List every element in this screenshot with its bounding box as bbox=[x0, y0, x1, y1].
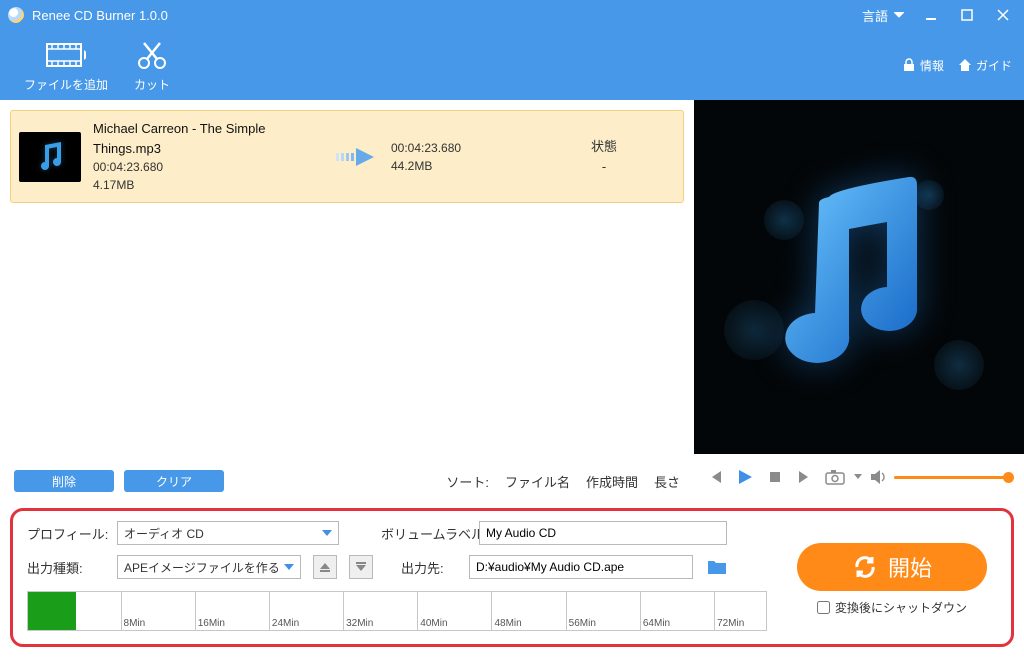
browse-folder-button[interactable] bbox=[705, 555, 729, 579]
snapshot-button[interactable] bbox=[824, 466, 846, 488]
settings-panel: プロフィール: オーディオ CD ボリュームラベル: 出力種類: APEイメージ… bbox=[10, 508, 1014, 647]
file-src-duration: 00:04:23.680 bbox=[93, 158, 323, 176]
start-button[interactable]: 開始 bbox=[797, 543, 987, 591]
add-file-label: ファイルを追加 bbox=[24, 76, 108, 93]
stop-button[interactable] bbox=[764, 466, 786, 488]
play-button[interactable] bbox=[734, 466, 756, 488]
timeline-tick: 16Min bbox=[195, 592, 196, 630]
lock-icon bbox=[902, 58, 916, 72]
next-button[interactable] bbox=[794, 466, 816, 488]
sort-by-created[interactable]: 作成時間 bbox=[586, 472, 638, 491]
volume-icon[interactable] bbox=[870, 469, 888, 485]
cut-label: カット bbox=[134, 76, 170, 93]
timeline-tick: 40Min bbox=[417, 592, 418, 630]
volume-knob[interactable] bbox=[1003, 472, 1014, 483]
chevron-down-icon[interactable] bbox=[854, 474, 862, 480]
sort-by-name[interactable]: ファイル名 bbox=[505, 472, 570, 491]
output-path-input[interactable] bbox=[469, 555, 693, 579]
timeline-tick: 56Min bbox=[566, 592, 567, 630]
info-link[interactable]: 情報 bbox=[902, 57, 944, 74]
clear-button[interactable]: クリア bbox=[124, 470, 224, 492]
file-status: - bbox=[533, 157, 675, 177]
file-dst-size: 44.2MB bbox=[391, 157, 521, 175]
home-icon bbox=[958, 58, 972, 72]
chevron-down-icon bbox=[284, 564, 294, 570]
file-list-footer: 削除 クリア ソート: ファイル名 作成時間 長さ bbox=[10, 462, 684, 500]
file-name: Michael Carreon - The Simple Things.mp3 bbox=[93, 119, 323, 158]
main-toolbar: ファイルを追加 カット 情報 ガイド bbox=[0, 30, 1024, 100]
guide-link[interactable]: ガイド bbox=[958, 57, 1012, 74]
timeline-tick: 72Min bbox=[714, 592, 715, 630]
language-label: 言語 bbox=[862, 6, 888, 25]
shutdown-checkbox[interactable]: 変換後にシャットダウン bbox=[817, 599, 967, 616]
cut-button[interactable]: カット bbox=[120, 34, 184, 97]
prev-button[interactable] bbox=[704, 466, 726, 488]
file-src-size: 4.17MB bbox=[93, 176, 323, 194]
scissors-icon bbox=[132, 38, 172, 72]
timeline-tick: 32Min bbox=[343, 592, 344, 630]
volume-label-input[interactable] bbox=[479, 521, 727, 545]
add-file-button[interactable]: ファイルを追加 bbox=[12, 34, 120, 97]
timeline-used bbox=[28, 592, 76, 630]
output-path-label: 出力先: bbox=[401, 558, 457, 577]
sort-label: ソート: bbox=[446, 472, 489, 491]
app-logo-icon bbox=[8, 7, 24, 23]
file-thumbnail bbox=[19, 132, 81, 182]
disc-usage-timeline: 8Min 16Min 24Min 32Min 40Min 48Min 56Min 64Min 7… bbox=[27, 591, 767, 631]
preview-image bbox=[694, 100, 1024, 454]
titlebar: Renee CD Burner 1.0.0 言語 bbox=[0, 0, 1024, 30]
chevron-down-icon bbox=[322, 530, 332, 536]
file-row[interactable]: Michael Carreon - The Simple Things.mp3 … bbox=[10, 110, 684, 203]
timeline-tick: 64Min bbox=[640, 592, 641, 630]
profile-label: プロフィール: bbox=[27, 524, 105, 543]
close-button[interactable] bbox=[990, 4, 1016, 26]
chevron-down-icon bbox=[894, 12, 904, 18]
language-selector[interactable]: 言語 bbox=[862, 6, 904, 25]
filmstrip-icon bbox=[46, 38, 86, 72]
profile-select[interactable]: オーディオ CD bbox=[117, 521, 339, 545]
file-list-panel: Michael Carreon - The Simple Things.mp3 … bbox=[0, 100, 694, 500]
file-dst-duration: 00:04:23.680 bbox=[391, 139, 521, 157]
delete-button[interactable]: 削除 bbox=[14, 470, 114, 492]
timeline-tick: 24Min bbox=[269, 592, 270, 630]
sort-by-length[interactable]: 長さ bbox=[654, 472, 680, 491]
timeline-tick: 48Min bbox=[491, 592, 492, 630]
arrow-icon bbox=[335, 145, 379, 169]
volume-slider[interactable] bbox=[894, 476, 1014, 479]
volume-label-label: ボリュームラベル: bbox=[381, 524, 467, 543]
maximize-button[interactable] bbox=[954, 4, 980, 26]
timeline-tick: 8Min bbox=[121, 592, 122, 630]
output-type-label: 出力種類: bbox=[27, 558, 105, 577]
music-note-icon bbox=[759, 167, 959, 387]
status-header: 状態 bbox=[533, 137, 675, 157]
eject-down-button[interactable] bbox=[349, 555, 373, 579]
preview-panel bbox=[694, 100, 1024, 500]
playback-controls bbox=[694, 454, 1024, 500]
eject-up-button[interactable] bbox=[313, 555, 337, 579]
output-type-select[interactable]: APEイメージファイルを作る bbox=[117, 555, 301, 579]
minimize-button[interactable] bbox=[918, 4, 944, 26]
app-title: Renee CD Burner 1.0.0 bbox=[32, 8, 168, 23]
refresh-icon bbox=[852, 554, 878, 580]
